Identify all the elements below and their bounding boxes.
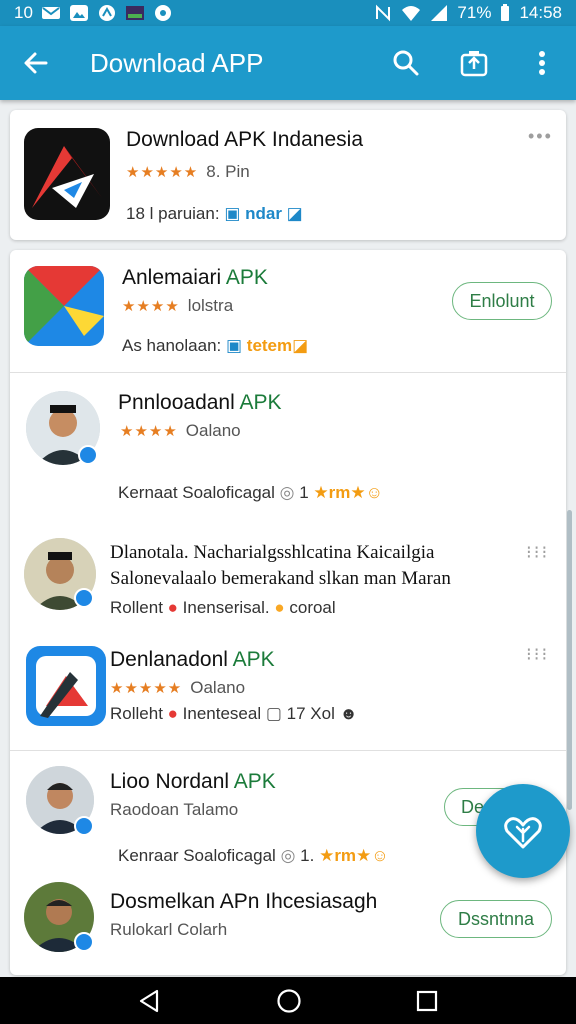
divider bbox=[10, 750, 566, 751]
install-button[interactable]: Dssntnna bbox=[440, 900, 552, 938]
more-options-button[interactable] bbox=[508, 26, 576, 100]
share-icon bbox=[460, 51, 488, 77]
yellow-badge-icon: ● bbox=[274, 598, 285, 617]
app-icon bbox=[26, 646, 106, 726]
red-badge-icon: ● bbox=[167, 704, 178, 723]
app-title: Dlanotala. Nacharialgsshlcatina Kaicailg… bbox=[110, 542, 435, 563]
floating-action-button[interactable] bbox=[476, 784, 570, 878]
star-rating-icon: ★★★★ bbox=[122, 298, 180, 315]
list-item[interactable]: Dlanotala. Nacharialgsshlcatina Kaicailg… bbox=[10, 526, 566, 636]
list-item[interactable]: Denlanadonl APK ★★★★★ Oalano Rolleht ● In… bbox=[10, 638, 566, 750]
game-icon bbox=[125, 6, 144, 20]
nav-home-icon[interactable] bbox=[276, 988, 302, 1014]
featured-app-icon bbox=[24, 128, 110, 220]
more-grid-icon[interactable]: ⁝⁝⁝ bbox=[526, 542, 549, 563]
calendar-icon: ▢ bbox=[265, 704, 282, 723]
heart-plant-icon bbox=[504, 817, 542, 849]
battery-text: 71% bbox=[457, 3, 492, 22]
app-rating-text: Rulokarl Colarh bbox=[110, 920, 228, 939]
notification-dot-icon bbox=[154, 5, 171, 21]
back-button[interactable] bbox=[0, 26, 72, 100]
comment-icon: ◎ bbox=[280, 846, 296, 865]
app-list: Anlemaiari APK ★★★★ lolstra As hanolaan: … bbox=[10, 250, 566, 975]
status-left-text: 10 bbox=[14, 3, 33, 22]
featured-app-card[interactable]: Download APK Indanesia ★★★★★ 8. Pin 18 l … bbox=[10, 110, 566, 240]
app-title: Dosmelkan APn Ihcesiasagh bbox=[110, 890, 378, 913]
featured-meta: 18 l paruian: ▣ ndar ◪ bbox=[126, 204, 303, 223]
page-title: Download APP bbox=[90, 47, 264, 78]
app-icon bbox=[98, 5, 115, 21]
star-emoji-icon: ★☺ bbox=[350, 483, 383, 502]
app-title: Lioo Nordanl bbox=[110, 770, 230, 793]
nfc-icon bbox=[376, 4, 391, 22]
red-badge-icon: ● bbox=[167, 598, 178, 617]
emoji-icon: ☻ bbox=[339, 704, 358, 723]
app-title: Anlemaiari bbox=[122, 266, 222, 289]
verified-badge-icon bbox=[78, 445, 98, 465]
back-arrow-icon bbox=[24, 52, 48, 74]
verified-badge-icon bbox=[74, 816, 94, 836]
app-title: Denlanadonl bbox=[110, 648, 228, 671]
signal-icon bbox=[431, 5, 448, 21]
search-icon bbox=[393, 50, 419, 76]
more-vert-icon bbox=[539, 51, 545, 75]
share-button[interactable] bbox=[440, 26, 508, 100]
search-button[interactable] bbox=[372, 26, 440, 100]
list-item[interactable]: Pnnlooadanl APK ★★★★ Oalano Kernaat Soalo… bbox=[10, 373, 566, 525]
app-bar: Download APP bbox=[0, 26, 576, 100]
nav-recents-icon[interactable] bbox=[415, 989, 439, 1013]
clock: 14:58 bbox=[519, 3, 562, 22]
wifi-icon bbox=[402, 6, 421, 21]
featured-rating: ★★★★★ 8. Pin bbox=[126, 162, 250, 181]
nav-back-icon[interactable] bbox=[137, 988, 163, 1014]
image-icon bbox=[69, 5, 88, 21]
verified-badge-icon bbox=[74, 932, 94, 952]
list-item[interactable]: Anlemaiari APK ★★★★ lolstra As hanolaan: … bbox=[10, 250, 566, 372]
more-grid-icon[interactable]: ⁝⁝⁝ bbox=[526, 644, 549, 665]
status-bar: 10 71% 14:58 bbox=[0, 0, 576, 26]
verified-badge-icon bbox=[74, 588, 94, 608]
comment-icon: ◎ bbox=[279, 483, 295, 502]
more-horiz-icon[interactable]: ••• bbox=[528, 126, 553, 147]
app-icon bbox=[24, 266, 104, 346]
navigation-bar bbox=[0, 977, 576, 1024]
app-rating-text: Raodoan Talamo bbox=[110, 800, 239, 819]
featured-tag: ▣ ndar ◪ bbox=[224, 204, 303, 223]
star-rating-icon: ★★★★ bbox=[120, 423, 178, 440]
star-emoji-icon: ★☺ bbox=[356, 846, 389, 865]
app-subtitle: Salonevalaalo bemerakand slkan man Maran bbox=[110, 568, 451, 589]
star-rating-icon: ★★★★★ bbox=[110, 680, 183, 697]
list-item[interactable]: Dosmelkan APn Ihcesiasagh Rulokarl Colar… bbox=[10, 872, 566, 972]
battery-icon bbox=[501, 4, 510, 21]
mail-icon bbox=[41, 7, 60, 19]
star-rating-icon: ★★★★★ bbox=[126, 164, 199, 181]
featured-title: Download APK Indanesia bbox=[126, 128, 363, 151]
app-title: Pnnlooadanl bbox=[118, 391, 235, 414]
install-button[interactable]: Enlolunt bbox=[452, 282, 552, 320]
scrollbar[interactable] bbox=[567, 510, 572, 810]
